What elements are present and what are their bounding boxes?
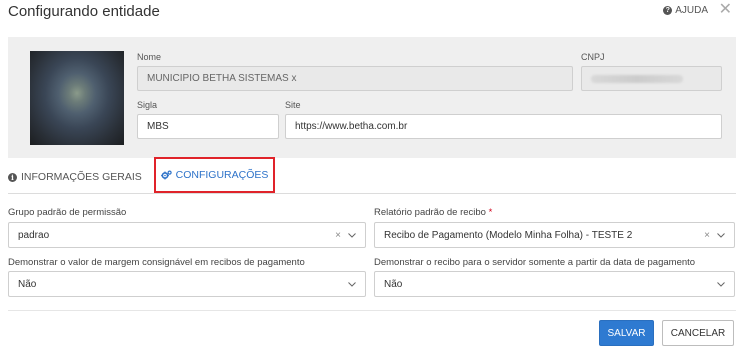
- save-button[interactable]: SALVAR: [599, 320, 654, 346]
- grupo-clear-icon[interactable]: ×: [335, 230, 341, 241]
- modal-title: Configurando entidade: [8, 3, 160, 20]
- required-marker: *: [488, 207, 493, 218]
- tab-informacoes-gerais[interactable]: i INFORMAÇÕES GERAIS: [8, 160, 142, 194]
- sigla-label: Sigla: [137, 100, 158, 110]
- help-link[interactable]: ? AJUDA: [663, 5, 708, 16]
- cogs-icon: [160, 170, 172, 180]
- servidor-label: Demonstrar o recibo para o servidor some…: [374, 257, 696, 268]
- nome-label: Nome: [137, 52, 162, 62]
- margem-value: Não: [18, 278, 37, 290]
- cancel-button[interactable]: CANCELAR: [662, 320, 734, 346]
- tab-bar: i INFORMAÇÕES GERAIS CONFIGURAÇÕES: [8, 157, 736, 194]
- footer-divider: [8, 310, 736, 311]
- servidor-select[interactable]: Não: [374, 271, 735, 297]
- chevron-down-icon: [345, 277, 359, 291]
- sigla-field[interactable]: MBS: [137, 114, 279, 139]
- site-field[interactable]: https://www.betha.com.br: [285, 114, 722, 139]
- entity-panel: Nome MUNICIPIO BETHA SISTEMAS x CNPJ Sig…: [8, 37, 736, 158]
- grupo-label: Grupo padrão de permissão: [8, 207, 127, 218]
- entity-image-glow: [30, 51, 124, 145]
- relatorio-value: Recibo de Pagamento (Modelo Minha Folha)…: [384, 229, 633, 241]
- relatorio-select[interactable]: Recibo de Pagamento (Modelo Minha Folha)…: [374, 222, 735, 248]
- close-button[interactable]: ✕: [719, 2, 732, 18]
- chevron-down-icon: [714, 228, 728, 242]
- modal-header: Configurando entidade ? AJUDA ✕: [0, 0, 741, 30]
- tab-general-label: INFORMAÇÕES GERAIS: [21, 171, 142, 183]
- cnpj-redacted-value: [591, 74, 683, 83]
- info-icon: i: [8, 172, 17, 182]
- chevron-down-icon: [345, 228, 359, 242]
- cnpj-label: CNPJ: [581, 52, 605, 62]
- cnpj-field[interactable]: [581, 66, 722, 91]
- margem-label: Demonstrar o valor de margem consignável…: [8, 257, 305, 268]
- servidor-value: Não: [384, 278, 403, 290]
- relatorio-label: Relatório padrão de recibo: [374, 207, 486, 218]
- site-label: Site: [285, 100, 301, 110]
- relatorio-label-group: Relatório padrão de recibo *: [374, 207, 492, 218]
- relatorio-clear-icon[interactable]: ×: [704, 230, 710, 241]
- help-icon: ?: [663, 6, 673, 15]
- entity-image[interactable]: [30, 51, 124, 145]
- nome-field[interactable]: MUNICIPIO BETHA SISTEMAS x: [137, 66, 573, 91]
- grupo-select[interactable]: padrao ×: [8, 222, 366, 248]
- help-label: AJUDA: [675, 5, 708, 16]
- grupo-value: padrao: [18, 229, 50, 241]
- chevron-down-icon: [714, 277, 728, 291]
- margem-select[interactable]: Não: [8, 271, 366, 297]
- tab-config-label: CONFIGURAÇÕES: [175, 169, 269, 181]
- tab-configuracoes[interactable]: CONFIGURAÇÕES: [154, 157, 275, 193]
